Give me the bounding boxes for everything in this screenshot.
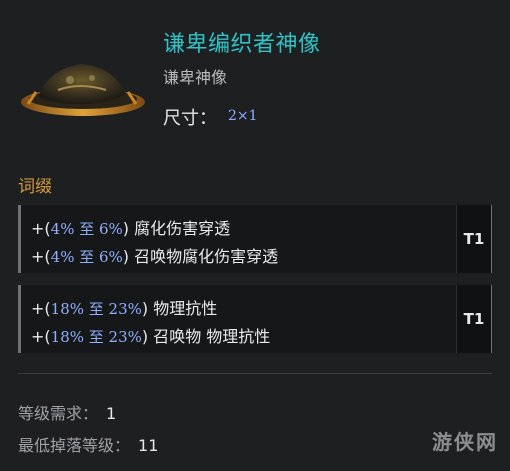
affix-prefix: +( xyxy=(31,299,51,318)
affix-group: +(4% 至 6%) 腐化伤害穿透 +(4% 至 6%) 召唤物腐化伤害穿透 T… xyxy=(18,205,492,273)
affix-range: 18% 至 23% xyxy=(50,300,142,318)
affix-text: 腐化伤害穿透 xyxy=(134,219,231,238)
affix-range: 18% 至 23% xyxy=(50,328,142,346)
min-drop-level: 最低掉落等级： 11 xyxy=(18,432,158,456)
affix-line: +(18% 至 23%) 召唤物 物理抗性 xyxy=(31,323,270,347)
size-label: 尺寸： xyxy=(163,108,217,129)
affix-line: +(18% 至 23%) 物理抗性 xyxy=(31,295,217,319)
affix-line: +(4% 至 6%) 召唤物腐化伤害穿透 xyxy=(31,243,278,267)
divider xyxy=(18,373,492,374)
affix-range: 4% 至 6% xyxy=(50,248,123,266)
watermark: 游侠网 xyxy=(432,430,498,454)
affix-suffix: ) xyxy=(122,219,135,238)
affix-line: +(4% 至 6%) 腐化伤害穿透 xyxy=(31,215,230,239)
level-requirement-label: 等级需求： xyxy=(18,404,99,423)
affix-text: 召唤物腐化伤害穿透 xyxy=(134,247,279,266)
affix-suffix: ) xyxy=(122,247,135,266)
item-subtitle: 谦卑神像 xyxy=(163,68,228,87)
affix-text: 召唤物 物理抗性 xyxy=(153,327,271,346)
item-title: 谦卑编织者神像 xyxy=(163,32,321,57)
idol-icon xyxy=(21,64,145,116)
tier-badge: T1 xyxy=(456,205,491,273)
level-requirement-value: 1 xyxy=(106,404,117,423)
affix-range: 4% 至 6% xyxy=(50,220,123,238)
affix-text: 物理抗性 xyxy=(153,299,218,318)
affixes-section-title: 词缀 xyxy=(18,177,52,197)
affix-group: +(18% 至 23%) 物理抗性 +(18% 至 23%) 召唤物 物理抗性 … xyxy=(18,285,492,353)
affix-suffix: ) xyxy=(141,299,154,318)
min-drop-level-label: 最低掉落等级： xyxy=(18,436,131,455)
affix-suffix: ) xyxy=(141,327,154,346)
item-tooltip: 谦卑编织者神像 谦卑神像 尺寸： 2×1 词缀 +(4% 至 6%) 腐化伤害穿… xyxy=(0,0,510,471)
tier-badge: T1 xyxy=(456,285,491,353)
affix-prefix: +( xyxy=(31,327,51,346)
level-requirement: 等级需求： 1 xyxy=(18,400,116,424)
min-drop-level-value: 11 xyxy=(138,436,159,455)
affix-prefix: +( xyxy=(31,247,51,266)
affix-prefix: +( xyxy=(31,219,51,238)
size-value: 2×1 xyxy=(228,108,258,124)
